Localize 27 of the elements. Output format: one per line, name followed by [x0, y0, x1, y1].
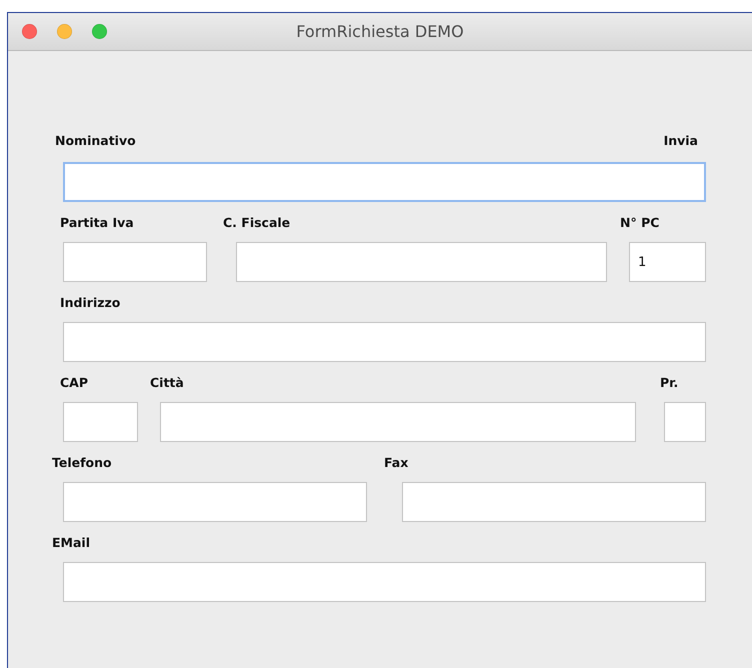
field-label: C. Fiscale	[223, 215, 290, 230]
input-field[interactable]	[63, 482, 367, 522]
input-field[interactable]	[63, 242, 207, 282]
input-field[interactable]	[402, 482, 706, 522]
field-label: Città	[150, 375, 184, 390]
field-label: Pr.	[660, 375, 678, 390]
input-field[interactable]	[63, 562, 706, 602]
field-label: Nominativo	[55, 133, 136, 148]
send-label: Invia	[664, 133, 698, 148]
field-label: EMail	[52, 535, 90, 550]
input-field[interactable]	[664, 402, 706, 442]
field-label: Telefono	[52, 455, 112, 470]
field-label: N° PC	[620, 215, 660, 230]
zoom-button[interactable]	[92, 24, 107, 39]
minimize-button[interactable]	[57, 24, 72, 39]
field-label: CAP	[60, 375, 88, 390]
input-field[interactable]	[236, 242, 607, 282]
input-field[interactable]	[160, 402, 636, 442]
input-field[interactable]	[63, 322, 706, 362]
field-label: Fax	[384, 455, 408, 470]
input-field[interactable]: 1	[629, 242, 706, 282]
close-button[interactable]	[22, 24, 37, 39]
window-title: FormRichiesta DEMO	[296, 22, 464, 41]
input-field[interactable]	[63, 162, 706, 202]
field-label: Partita Iva	[60, 215, 134, 230]
input-field[interactable]	[63, 402, 138, 442]
field-label: Indirizzo	[60, 295, 120, 310]
